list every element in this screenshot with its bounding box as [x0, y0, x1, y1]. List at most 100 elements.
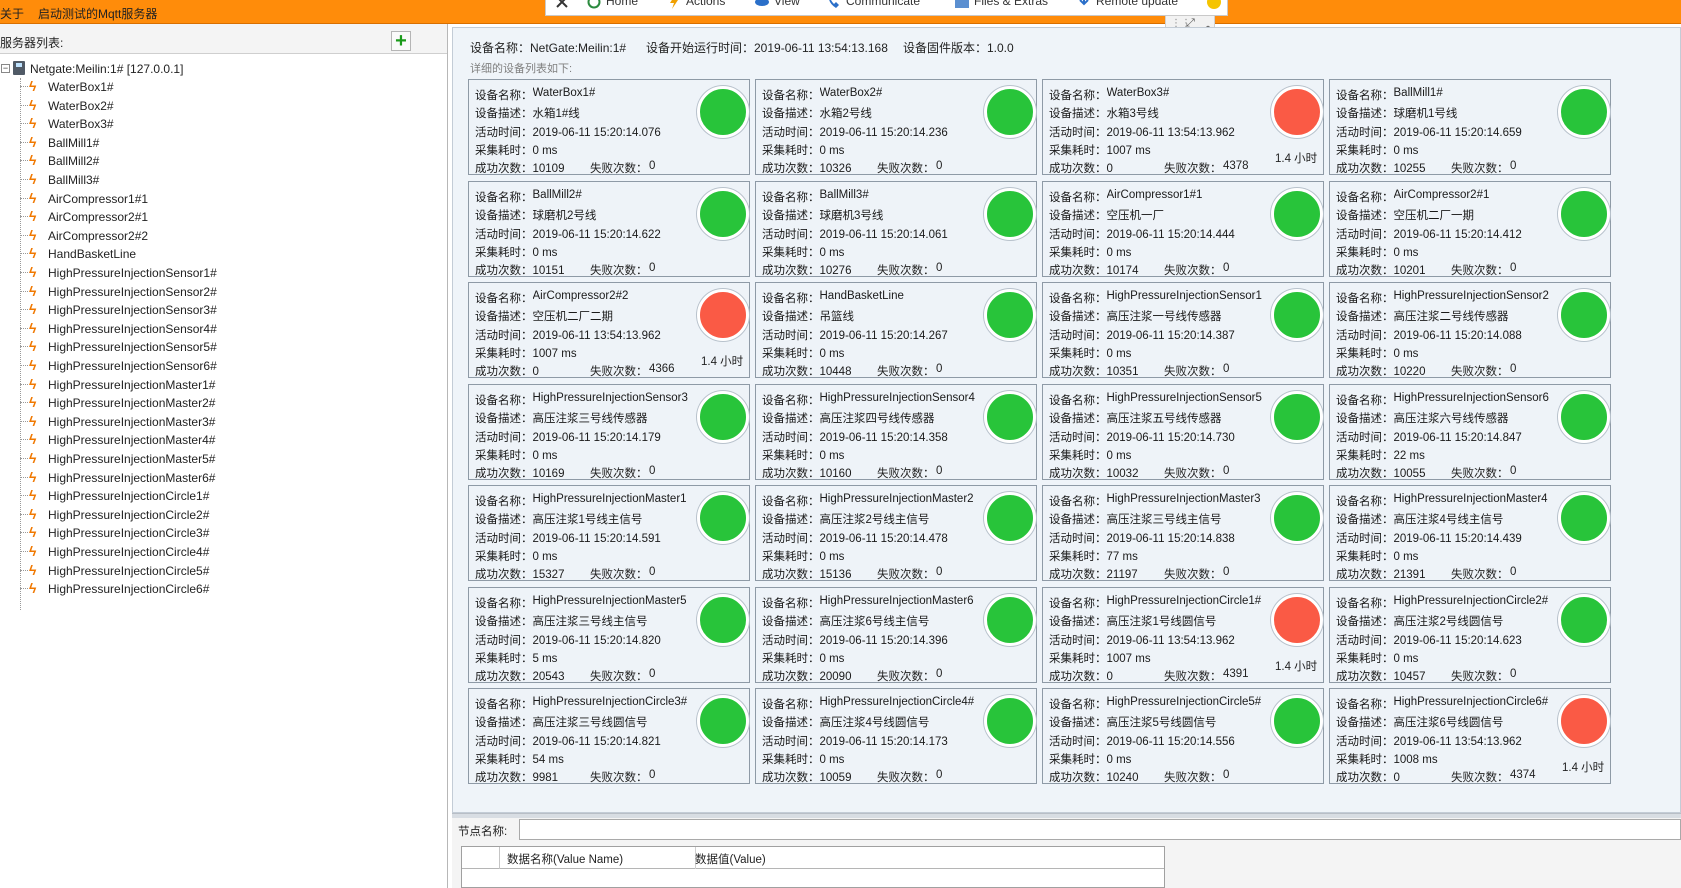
- lightning-icon: ϟ: [29, 450, 37, 466]
- device-desc-row: 设备描述：高压注浆二号线传感器: [1336, 308, 1509, 324]
- collect-cost-label: 采集耗时：: [1336, 652, 1394, 665]
- success-count-row: 成功次数：10240: [1049, 769, 1138, 785]
- device-name-value: HighPressureInjectionCircle6#: [1393, 696, 1549, 708]
- device-card[interactable]: 设备名称：WaterBox2# 设备描述：水箱2号线 活动时间：2019-06-11…: [755, 79, 1037, 175]
- collect-cost-row: 采集耗时：1008 ms: [1336, 751, 1438, 767]
- ribbon-files-extras-label: Files & Extras: [974, 0, 1049, 9]
- device-card[interactable]: 设备名称：AirCompressor1#1 设备描述：空压机一厂 活动时间：2019…: [1042, 180, 1324, 277]
- device-card[interactable]: 设备名称：HighPressureInjectionMaster4 设备描述：高压…: [1329, 485, 1611, 581]
- column-value[interactable]: 数据值(Value): [695, 851, 766, 867]
- device-card[interactable]: 设备名称：HighPressureInjectionSensor2 设备描述：高压…: [1329, 282, 1611, 378]
- device-card[interactable]: 设备名称：HighPressureInjectionSensor6 设备描述：高压…: [1329, 383, 1611, 480]
- device-card[interactable]: 设备名称：HighPressureInjectionMaster5 设备描述：高压…: [468, 586, 750, 683]
- device-card[interactable]: 设备名称：HighPressureInjectionMaster3 设备描述：高压…: [1042, 485, 1324, 581]
- fail-count-label: 失败次数：: [1451, 264, 1509, 277]
- menu-about[interactable]: 关于: [0, 5, 24, 22]
- fail-count-label: 失败次数：: [1451, 772, 1509, 784]
- lightning-icon: ϟ: [29, 133, 37, 150]
- tree-node-label: HighPressureInjectionCircle6#: [48, 582, 210, 597]
- device-desc-label: 设备描述：: [1336, 311, 1394, 323]
- status-indicator-icon: [1271, 695, 1323, 747]
- fail-count-label: 失败次数：: [1451, 366, 1509, 378]
- fail-count-value: 4391: [1223, 667, 1249, 680]
- device-card[interactable]: 设备名称：HighPressureInjectionSensor1 设备描述：高压…: [1042, 282, 1324, 378]
- ribbon-view[interactable]: View: [754, 0, 800, 14]
- bolt-icon: [670, 0, 678, 9]
- device-desc-label: 设备描述：: [475, 717, 533, 729]
- device-card[interactable]: 设备名称：HandBasketLine 设备描述：吊篮线 活动时间：2019-06-…: [755, 282, 1037, 378]
- device-desc-row: 设备描述：高压注浆6号线主信号: [762, 613, 929, 629]
- success-count-value: 20543: [532, 670, 565, 683]
- device-name-label: 设备名称：: [762, 90, 820, 102]
- device-card[interactable]: 设备名称：WaterBox3# 设备描述：水箱3号线 活动时间：2019-06-11…: [1042, 79, 1324, 175]
- device-card[interactable]: 设备名称：HighPressureInjectionCircle3# 设备描述：高…: [468, 688, 750, 784]
- success-count-row: 成功次数：10151: [475, 262, 564, 278]
- device-card[interactable]: 设备名称：BallMill1# 设备描述：球磨机1号线 活动时间：2019-06-1…: [1329, 79, 1611, 175]
- device-desc-value: 高压注浆二号线传感器: [1393, 311, 1509, 323]
- device-card[interactable]: 设备名称：HighPressureInjectionCircle2# 设备描述：高…: [1329, 586, 1611, 683]
- collect-cost-value: 54 ms: [532, 754, 564, 766]
- device-name-row: 设备名称：HighPressureInjectionSensor3: [475, 392, 688, 408]
- row-selector-header[interactable]: [462, 847, 500, 869]
- device-card[interactable]: 设备名称：AirCompressor2#2 设备描述：空压机二厂二期 活动时间：20…: [468, 282, 750, 378]
- ribbon-files-extras[interactable]: Files & Extras: [954, 0, 1048, 14]
- device-name-value: HighPressureInjectionMaster3: [1106, 493, 1261, 505]
- ribbon-actions[interactable]: Actions: [666, 0, 725, 14]
- device-name-value: WaterBox1#: [532, 87, 596, 99]
- device-name-row: 设备名称：HighPressureInjectionMaster1: [475, 493, 687, 509]
- device-card[interactable]: 设备名称：HighPressureInjectionMaster6 设备描述：高压…: [755, 586, 1037, 683]
- ribbon-remote-update[interactable]: Remote update: [1076, 0, 1178, 14]
- device-name-value: HighPressureInjectionSensor4: [819, 391, 975, 404]
- collect-cost-value: 0 ms: [819, 449, 845, 462]
- collect-cost-value: 0 ms: [819, 754, 845, 766]
- collect-cost-label: 采集耗时：: [475, 449, 533, 462]
- tree-line: [20, 179, 28, 180]
- device-card[interactable]: 设备名称：HighPressureInjectionMaster2 设备描述：高压…: [755, 485, 1037, 581]
- ribbon-communicate[interactable]: Communicate: [826, 0, 920, 14]
- device-card[interactable]: 设备名称：HighPressureInjectionCircle6# 设备描述：高…: [1329, 688, 1611, 784]
- success-count-value: 10174: [1106, 264, 1139, 277]
- ribbon-home[interactable]: Home: [586, 0, 638, 14]
- active-time-label: 活动时间：: [1336, 431, 1394, 444]
- device-card[interactable]: 设备名称：HighPressureInjectionCircle1# 设备描述：高…: [1042, 586, 1324, 683]
- device-card[interactable]: 设备名称：HighPressureInjectionSensor5 设备描述：高压…: [1042, 383, 1324, 480]
- lightning-icon: ϟ: [29, 226, 37, 243]
- offline-duration: 1.4 小时: [1275, 660, 1318, 673]
- fail-count-value: 0: [649, 769, 656, 781]
- smiley-icon[interactable]: [1206, 0, 1226, 14]
- ribbon-close[interactable]: [554, 0, 574, 14]
- device-card[interactable]: 设备名称：HighPressureInjectionSensor3 设备描述：高压…: [468, 383, 750, 480]
- device-desc-value: 水箱3号线: [1106, 108, 1159, 120]
- ribbon-toolbar: Home Actions View Communicate Files & Ex…: [545, 0, 1228, 16]
- device-card[interactable]: 设备名称：WaterBox1# 设备描述：水箱1#线 活动时间：2019-06-11…: [468, 79, 750, 175]
- lightning-icon: ϟ: [29, 189, 37, 206]
- device-desc-row: 设备描述：高压注浆四号线传感器: [762, 410, 935, 426]
- collapse-toggle-icon[interactable]: −: [1, 64, 10, 73]
- device-card[interactable]: 设备名称：BallMill2# 设备描述：球磨机2号线 活动时间：2019-06-1…: [468, 180, 750, 278]
- lightning-icon: ϟ: [29, 561, 37, 578]
- device-desc-row: 设备描述：高压注浆4号线圆信号: [762, 714, 929, 730]
- success-count-label: 成功次数：: [762, 264, 820, 277]
- device-card[interactable]: 设备名称：BallMill3# 设备描述：球磨机3号线 活动时间：2019-06-1…: [755, 180, 1037, 277]
- success-count-row: 成功次数：0: [1336, 769, 1400, 785]
- device-card[interactable]: 设备名称：HighPressureInjectionCircle5# 设备描述：高…: [1042, 688, 1324, 784]
- collect-cost-label: 采集耗时：: [1049, 754, 1107, 766]
- success-count-label: 成功次数：: [1336, 569, 1394, 581]
- device-card[interactable]: 设备名称：AirCompressor2#1 设备描述：空压机二厂一期 活动时间：20…: [1329, 180, 1611, 277]
- value-grid[interactable]: 数据名称(Value Name) 数据值(Value): [461, 846, 1165, 888]
- device-card[interactable]: 设备名称：HighPressureInjectionMaster1 设备描述：高压…: [468, 485, 750, 581]
- device-desc-value: 高压注浆2号线圆信号: [1393, 615, 1504, 628]
- active-time-row: 活动时间：2019-06-11 15:20:14.358: [762, 429, 948, 445]
- success-count-label: 成功次数：: [1336, 366, 1394, 378]
- add-server-button[interactable]: +: [391, 31, 411, 51]
- tree-line: [20, 123, 28, 125]
- device-card[interactable]: 设备名称：HighPressureInjectionCircle4# 设备描述：高…: [755, 688, 1037, 784]
- menu-start-mqtt-server[interactable]: 启动测试的Mqtt服务器: [38, 5, 157, 22]
- fail-count-value: 0: [1510, 566, 1517, 578]
- node-name-field[interactable]: [519, 819, 1681, 840]
- active-time-label: 活动时间：: [762, 228, 820, 241]
- device-name-label: 设备名称：: [1336, 293, 1394, 305]
- device-card[interactable]: 设备名称：HighPressureInjectionSensor4 设备描述：高压…: [755, 383, 1037, 480]
- status-indicator-icon: [697, 187, 749, 240]
- column-value-name[interactable]: 数据名称(Value Name): [507, 851, 623, 867]
